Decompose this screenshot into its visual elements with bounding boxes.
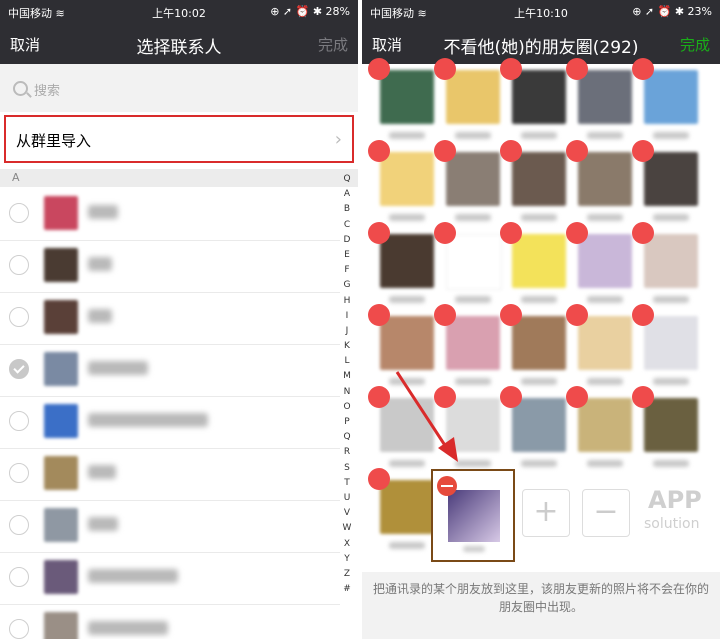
contact-row[interactable] — [0, 344, 340, 397]
done-button[interactable]: 完成 — [318, 34, 348, 55]
contact-name — [88, 465, 116, 479]
status-bar: 中国移动 ≋ 上午10:02 ⊕ ➚ ⏰ ✱ 28% — [0, 0, 358, 24]
contact-name — [88, 257, 112, 271]
index-letter[interactable]: A — [340, 187, 354, 202]
watermark-solution: solution — [644, 516, 700, 532]
index-letter[interactable]: P — [340, 415, 354, 430]
avatar — [44, 508, 78, 542]
avatar — [44, 456, 78, 490]
index-letter[interactable]: M — [340, 369, 354, 384]
footer-text: 把通讯录的某个朋友放到这里，该朋友更新的照片将不会在你的朋友圈中出现。 — [372, 582, 709, 614]
contact-name — [88, 413, 208, 427]
index-letter[interactable]: # — [340, 582, 354, 597]
nav-bar: 取消 选择联系人 完成 — [0, 24, 358, 64]
radio-icon[interactable] — [9, 255, 29, 275]
index-letter[interactable]: N — [340, 385, 354, 400]
index-letter[interactable]: J — [340, 324, 354, 339]
contact-row[interactable] — [0, 448, 340, 501]
checked-radio-icon[interactable] — [9, 359, 29, 379]
index-letter[interactable]: H — [340, 294, 354, 309]
index-letter[interactable]: B — [340, 202, 354, 217]
radio-icon[interactable] — [9, 203, 29, 223]
contact-name — [88, 569, 178, 583]
contact-name — [88, 205, 118, 219]
search-bar[interactable]: 搜索 — [0, 64, 358, 112]
avatar — [44, 196, 78, 230]
index-letter[interactable]: I — [340, 309, 354, 324]
import-from-group-label: 从群里导入 — [16, 132, 92, 150]
index-letter[interactable]: K — [340, 339, 354, 354]
index-letter[interactable]: D — [340, 233, 354, 248]
index-letter[interactable]: Z — [340, 567, 354, 582]
index-letter[interactable]: C — [340, 218, 354, 233]
app-solution-watermark: APP solution — [636, 470, 720, 554]
hide-moments-screen: 中国移动 ≋ 上午10:10 ⊕ ➚ ⏰ ✱ 23% 取消 不看他(她)的朋友圈… — [362, 0, 720, 639]
radio-icon[interactable] — [9, 567, 29, 587]
chevron-right-icon: › — [334, 129, 342, 150]
radio-icon[interactable] — [9, 463, 29, 483]
contact-row[interactable] — [0, 240, 340, 293]
select-contacts-screen: 中国移动 ≋ 上午10:02 ⊕ ➚ ⏰ ✱ 28% 取消 选择联系人 完成 搜… — [0, 0, 358, 639]
avatar — [44, 352, 78, 386]
index-letter[interactable]: W — [340, 521, 354, 536]
search-icon — [13, 81, 28, 96]
contact-name — [88, 517, 118, 531]
index-letter[interactable]: L — [340, 354, 354, 369]
search-placeholder: 搜索 — [34, 84, 61, 99]
contact-row[interactable] — [0, 552, 340, 605]
radio-icon[interactable] — [9, 307, 29, 327]
import-from-group-button[interactable]: 从群里导入 › — [4, 115, 354, 163]
contact-name — [88, 361, 148, 375]
radio-icon[interactable] — [9, 515, 29, 535]
index-letter[interactable]: E — [340, 248, 354, 263]
index-letter[interactable]: Y — [340, 552, 354, 567]
contact-row[interactable] — [0, 500, 340, 553]
radio-icon[interactable] — [9, 411, 29, 431]
alphabet-index[interactable]: Q A B C D E F G H I J K L M N O P Q R S T U V W X Y Z # — [340, 172, 354, 597]
avatar — [44, 560, 78, 594]
index-letter[interactable]: Q — [340, 430, 354, 445]
contact-name — [88, 309, 112, 323]
footer-hint: 把通讯录的某个朋友放到这里，该朋友更新的照片将不会在你的朋友圈中出现。 — [362, 572, 720, 639]
contact-row[interactable] — [0, 604, 340, 639]
avatar — [44, 248, 78, 282]
index-letter[interactable]: G — [340, 278, 354, 293]
section-letter: A — [12, 171, 20, 184]
index-letter[interactable]: O — [340, 400, 354, 415]
index-letter[interactable]: X — [340, 537, 354, 552]
avatar — [44, 300, 78, 334]
index-letter[interactable]: V — [340, 506, 354, 521]
page-title: 选择联系人 — [136, 38, 222, 58]
battery-indicator: ⊕ ➚ ⏰ ✱ 28% — [270, 5, 350, 18]
index-letter[interactable]: S — [340, 461, 354, 476]
index-letter[interactable]: U — [340, 491, 354, 506]
contact-name — [88, 621, 168, 635]
watermark-app: APP — [648, 486, 702, 514]
avatar — [44, 612, 78, 639]
radio-icon[interactable] — [9, 619, 29, 639]
index-letter[interactable]: T — [340, 476, 354, 491]
contact-row[interactable] — [0, 188, 340, 241]
contact-row[interactable] — [0, 396, 340, 449]
avatar — [44, 404, 78, 438]
index-letter[interactable]: F — [340, 263, 354, 278]
section-header: A — [0, 169, 358, 187]
contact-row[interactable] — [0, 292, 340, 345]
index-letter[interactable]: Q — [340, 172, 354, 187]
index-letter[interactable]: R — [340, 445, 354, 460]
